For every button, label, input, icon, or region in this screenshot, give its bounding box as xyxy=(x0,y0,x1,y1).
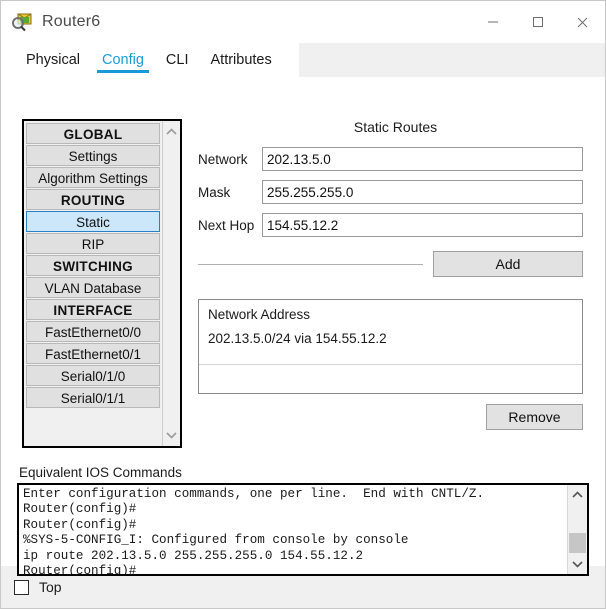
mask-label: Mask xyxy=(198,184,231,200)
top-checkbox-label: Top xyxy=(39,579,62,595)
static-routes-title: Static Routes xyxy=(353,119,438,135)
sidebar-item-static[interactable]: Static xyxy=(26,211,160,232)
sidebar-item-vlan-database[interactable]: VLAN Database xyxy=(26,277,160,298)
static-routes-form: Static Routes Network Mask Next Hop Add … xyxy=(198,119,583,430)
sidebar-item-fastethernet0-0[interactable]: FastEthernet0/0 xyxy=(26,321,160,342)
mask-row: Mask xyxy=(198,180,583,204)
console-scrollbar[interactable] xyxy=(567,485,587,574)
console-scroll-thumb[interactable] xyxy=(569,533,586,553)
sidebar-item-serial0-1-1[interactable]: Serial0/1/1 xyxy=(26,387,160,408)
next-hop-label: Next Hop xyxy=(198,217,255,233)
window-controls xyxy=(470,1,605,43)
router-config-window: Router6 Physical Config CLI Attributes G… xyxy=(0,0,606,609)
config-panel: GLOBAL Settings Algorithm Settings ROUTI… xyxy=(1,77,605,576)
top-checkbox[interactable] xyxy=(14,579,29,595)
next-hop-row: Next Hop xyxy=(198,213,583,237)
tab-physical-label: Physical xyxy=(26,52,80,68)
ios-commands-box: Enter configuration commands, one per li… xyxy=(17,483,589,576)
scroll-up-icon[interactable] xyxy=(163,123,180,140)
remove-button[interactable]: Remove xyxy=(486,404,583,430)
network-label: Network xyxy=(198,151,248,167)
static-routes-list[interactable]: Network Address 202.13.5.0/24 via 154.55… xyxy=(198,299,583,394)
network-row: Network xyxy=(198,147,583,171)
sidebar-item-settings[interactable]: Settings xyxy=(26,145,160,166)
network-input[interactable] xyxy=(262,147,583,171)
tab-cli[interactable]: CLI xyxy=(155,43,200,77)
minimize-button[interactable] xyxy=(470,1,515,43)
ios-commands-label: Equivalent IOS Commands xyxy=(19,465,186,480)
sidebar-item-fastethernet0-1[interactable]: FastEthernet0/1 xyxy=(26,343,160,364)
remove-row: Remove xyxy=(198,404,583,430)
close-button[interactable] xyxy=(560,1,605,43)
sidebar-item-serial0-1-0[interactable]: Serial0/1/0 xyxy=(26,365,160,386)
tab-cli-label: CLI xyxy=(165,52,189,68)
scroll-down-icon[interactable] xyxy=(163,427,180,444)
tab-attributes[interactable]: Attributes xyxy=(200,43,283,77)
sidebar-header-switching: SWITCHING xyxy=(26,255,160,276)
maximize-button[interactable] xyxy=(515,1,560,43)
list-item[interactable]: 202.13.5.0/24 via 154.55.12.2 xyxy=(199,322,582,346)
list-separator xyxy=(199,364,582,365)
list-column-header: Network Address xyxy=(208,307,311,322)
add-row: Add xyxy=(198,251,583,277)
console-scroll-down-icon[interactable] xyxy=(568,556,587,573)
sidebar-scrollbar[interactable] xyxy=(162,121,180,446)
mask-input[interactable] xyxy=(262,180,583,204)
tab-config-label: Config xyxy=(102,52,144,68)
add-button[interactable]: Add xyxy=(433,251,583,277)
sidebar-header-interface: INTERFACE xyxy=(26,299,160,320)
form-divider xyxy=(198,263,423,265)
tab-bar: Physical Config CLI Attributes xyxy=(1,43,605,77)
sidebar-header-global: GLOBAL xyxy=(26,123,160,144)
tab-config[interactable]: Config xyxy=(91,43,155,77)
router-package-icon xyxy=(11,11,33,33)
sidebar-item-algorithm-settings[interactable]: Algorithm Settings xyxy=(26,167,160,188)
console-scroll-up-icon[interactable] xyxy=(568,486,587,503)
config-sidebar: GLOBAL Settings Algorithm Settings ROUTI… xyxy=(22,119,182,448)
title-bar: Router6 xyxy=(1,1,605,43)
next-hop-input[interactable] xyxy=(262,213,583,237)
ios-commands-output[interactable]: Enter configuration commands, one per li… xyxy=(19,485,567,574)
tab-attributes-label: Attributes xyxy=(210,52,272,68)
sidebar-item-rip[interactable]: RIP xyxy=(26,233,160,254)
tab-physical[interactable]: Physical xyxy=(15,43,91,77)
sidebar-list: GLOBAL Settings Algorithm Settings ROUTI… xyxy=(24,121,162,446)
sidebar-header-routing: ROUTING xyxy=(26,189,160,210)
window-title: Router6 xyxy=(42,13,101,30)
